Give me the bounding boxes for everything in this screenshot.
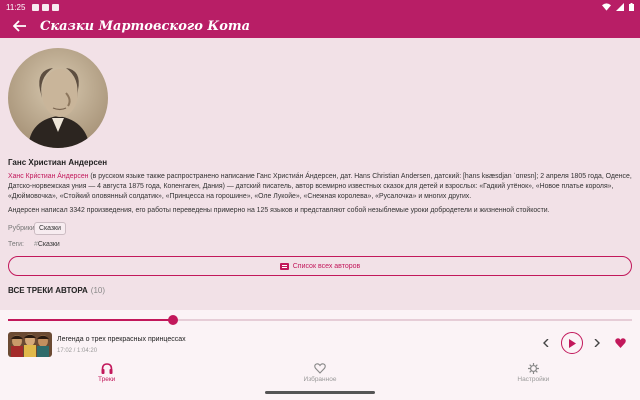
- heart-icon: [614, 338, 626, 348]
- bio-text: (в русском языке также распространено на…: [8, 173, 632, 200]
- progress-fill: [8, 319, 174, 321]
- nav-settings[interactable]: Настройки: [427, 360, 640, 400]
- previous-button[interactable]: [540, 336, 552, 350]
- rubric-chip[interactable]: Сказки: [34, 222, 66, 235]
- rubrics-label: Рубрики:: [8, 225, 37, 232]
- shield-icon: [32, 3, 40, 11]
- heart-outline-icon: [314, 363, 326, 374]
- battery-icon: [629, 3, 634, 11]
- tracks-section-header: ВСЕ ТРЕКИ АВТОРА (10): [8, 286, 632, 295]
- tag-link[interactable]: #Сказки: [34, 241, 60, 248]
- tags-label: Теги:: [8, 241, 24, 248]
- tracks-count: (10): [90, 286, 106, 295]
- sim-icon: [42, 3, 50, 11]
- tag-label: Сказки: [37, 241, 60, 248]
- track-thumbnail[interactable]: [8, 332, 52, 357]
- nav-favorites[interactable]: Избранное: [213, 360, 426, 400]
- progress-thumb[interactable]: [168, 315, 179, 325]
- chevron-left-icon: [543, 339, 549, 347]
- nav-favorites-label: Избранное: [303, 376, 337, 383]
- bottom-navigation: Треки Избранное Настройки: [0, 360, 640, 400]
- download-status-icon: [52, 3, 60, 11]
- chevron-right-icon: [594, 339, 600, 347]
- track-title[interactable]: Легенда о трех прекрасных принцессах: [57, 336, 186, 343]
- author-link[interactable]: Ханс Кри́стиан А́ндерсен: [8, 173, 88, 180]
- gesture-bar: [265, 391, 375, 394]
- favorite-button[interactable]: [612, 336, 628, 350]
- signal-icon: [616, 3, 624, 11]
- app-title: Сказки Мартовского Кота: [40, 18, 251, 34]
- status-time: 11:25: [6, 2, 26, 12]
- tags-row: Теги: #Сказки: [8, 241, 632, 248]
- nav-settings-label: Настройки: [517, 376, 550, 383]
- authors-list-button[interactable]: Список всех авторов: [8, 256, 632, 276]
- play-icon: [569, 338, 576, 348]
- author-bio: Ханс Кри́стиан А́ндерсен (в русском язык…: [8, 172, 632, 202]
- progress-bar[interactable]: [8, 315, 632, 325]
- tracks-section-title: ВСЕ ТРЕКИ АВТОРА: [8, 286, 88, 295]
- mini-player: Легенда о трех прекрасных принцессах 17:…: [0, 310, 640, 360]
- author-portrait: [8, 48, 108, 148]
- back-button[interactable]: [0, 20, 40, 32]
- authors-list-label: Список всех авторов: [292, 262, 361, 270]
- wifi-icon: [602, 3, 611, 11]
- author-details: Ганс Христиан Андерсен Ханс Кри́стиан А́…: [0, 38, 640, 310]
- status-bar: 11:25: [0, 0, 640, 14]
- list-icon: [279, 262, 289, 270]
- headphones-icon: [101, 363, 113, 374]
- track-time: 17:02 / 1:04:20: [57, 348, 98, 354]
- play-button[interactable]: [561, 332, 583, 354]
- gear-icon: [527, 363, 539, 374]
- nav-tracks[interactable]: Треки: [0, 360, 213, 400]
- rubrics-row: Рубрики: Сказки: [8, 222, 632, 235]
- arrow-left-icon: [13, 20, 26, 32]
- nav-tracks-label: Треки: [98, 376, 116, 383]
- author-name: Ганс Христиан Андерсен: [8, 158, 108, 167]
- next-button[interactable]: [591, 336, 603, 350]
- author-bio-second: Андерсен написал 3342 произведения, его …: [8, 207, 550, 214]
- app-bar: Сказки Мартовского Кота: [0, 14, 640, 38]
